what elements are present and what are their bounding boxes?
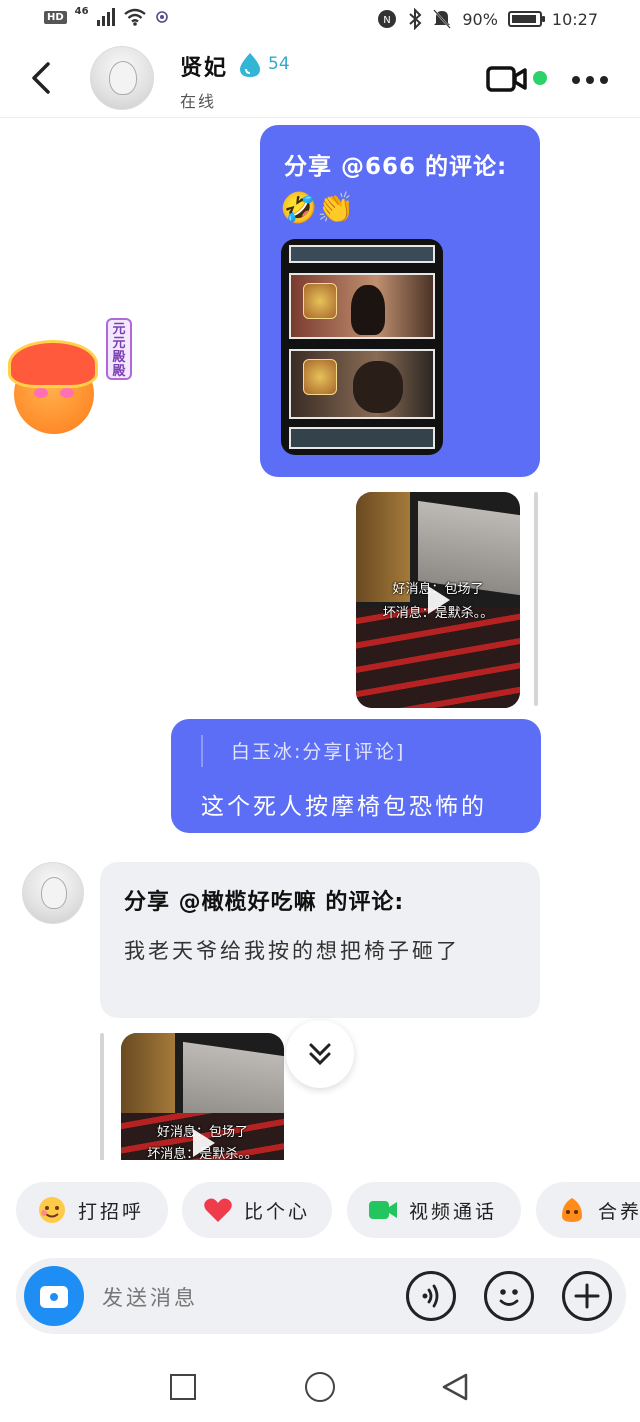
battery-icon — [507, 11, 545, 27]
reply-text: 这个死人按摩椅包恐怖的 — [201, 794, 487, 820]
streak-count: 54 — [268, 54, 290, 74]
sticker-tag: 元元殿殿 — [106, 318, 132, 380]
comment-image-thumbnail[interactable] — [281, 239, 443, 455]
voice-button[interactable] — [406, 1271, 456, 1321]
play-icon[interactable] — [193, 1129, 215, 1157]
reply-bubble[interactable]: 白玉冰:分享[评论] 这个死人按摩椅包恐怖的 — [171, 719, 541, 833]
smiley-icon — [499, 1289, 519, 1306]
message-input-bar: 发送消息 — [16, 1258, 626, 1334]
lion-dance-sticker[interactable]: 元元殿殿 — [0, 318, 140, 448]
video-message-thumbnail[interactable]: 好消息：包场了 坏消息：是默杀。。 — [121, 1033, 284, 1163]
wave-emoji-icon — [39, 1197, 65, 1223]
mute-bell-icon — [433, 9, 452, 29]
online-status: 在线 — [180, 92, 217, 111]
quick-actions-bar: 打招呼 比个心 视频通话 合养 — [0, 1160, 640, 1260]
quick-action-label: 比个心 — [244, 1200, 311, 1223]
quoted-text[interactable]: 白玉冰:分享[评论] — [231, 737, 405, 764]
back-arrow-icon[interactable] — [28, 60, 58, 96]
plus-icon — [574, 1283, 600, 1309]
emoji-button[interactable] — [484, 1271, 534, 1321]
alarm-icon: N — [378, 10, 397, 28]
more-options-icon[interactable] — [572, 76, 608, 84]
share-title: 分享 @666 的评论: — [284, 154, 508, 180]
contact-name[interactable]: 贤妃 — [180, 50, 228, 82]
quick-action-video-call[interactable]: 视频通话 — [347, 1182, 521, 1238]
camera-button[interactable] — [24, 1266, 84, 1326]
scroll-to-bottom-button[interactable] — [286, 1020, 354, 1088]
bluetooth-icon — [409, 8, 422, 30]
system-nav-bar — [0, 1350, 640, 1422]
add-button[interactable] — [562, 1271, 612, 1321]
share-body: 我老天爷给我按的想把椅子砸了 — [124, 939, 460, 963]
incoming-share-bubble[interactable]: 分享 @橄榄好吃嘛 的评论: 我老天爷给我按的想把椅子砸了 — [100, 862, 540, 1018]
svg-text:N: N — [384, 15, 391, 26]
message-divider — [534, 492, 538, 706]
water-drop-icon[interactable] — [238, 52, 262, 78]
shared-comment-bubble[interactable]: 分享 @666 的评论: 🤣👏 — [260, 125, 540, 477]
recent-apps-icon[interactable] — [170, 1374, 196, 1400]
play-icon[interactable] — [428, 586, 450, 614]
heart-icon — [204, 1198, 232, 1222]
voice-wave-icon — [422, 1284, 439, 1308]
mvp-badge-icon — [303, 283, 337, 319]
battery-percent: 90% — [462, 9, 498, 29]
contact-avatar[interactable] — [90, 46, 154, 110]
quick-action-heart[interactable]: 比个心 — [182, 1182, 332, 1238]
online-dot — [533, 71, 547, 85]
network-type: 46 — [74, 5, 89, 17]
video-message-thumbnail[interactable]: 好消息：包场了 坏消息：是默杀。。 — [356, 492, 520, 708]
quick-action-label: 视频通话 — [409, 1200, 498, 1223]
sender-avatar[interactable] — [22, 862, 84, 924]
pet-icon — [562, 1198, 582, 1222]
video-call-icon[interactable] — [486, 65, 528, 93]
quick-action-wave[interactable]: 打招呼 — [16, 1182, 168, 1238]
quick-action-pet[interactable]: 合养 — [536, 1182, 640, 1238]
wifi-icon — [123, 8, 146, 26]
message-divider — [100, 1033, 104, 1163]
clock: 10:27 — [551, 9, 598, 29]
double-chevron-down-icon — [309, 1043, 331, 1066]
laugh-clap-emoji: 🤣👏 — [280, 191, 355, 226]
gold-badge-icon — [303, 359, 337, 395]
status-bar: HD 46 N 90% 10:27 — [0, 0, 640, 40]
chat-header: 贤妃 54 在线 — [0, 40, 640, 118]
video-call-icon — [369, 1201, 397, 1219]
person-figure — [351, 285, 385, 335]
home-icon[interactable] — [305, 1372, 335, 1402]
signal-icon — [96, 8, 115, 26]
message-input[interactable]: 发送消息 — [102, 1282, 198, 1312]
eye-icon — [155, 11, 168, 23]
quick-action-label: 打招呼 — [78, 1200, 145, 1223]
nav-back-icon[interactable] — [440, 1372, 470, 1402]
quick-action-label: 合养 — [598, 1200, 640, 1223]
share-title: 分享 @橄榄好吃嘛 的评论: — [124, 890, 405, 915]
hd-indicator: HD — [44, 10, 67, 24]
person-figure — [353, 361, 403, 413]
